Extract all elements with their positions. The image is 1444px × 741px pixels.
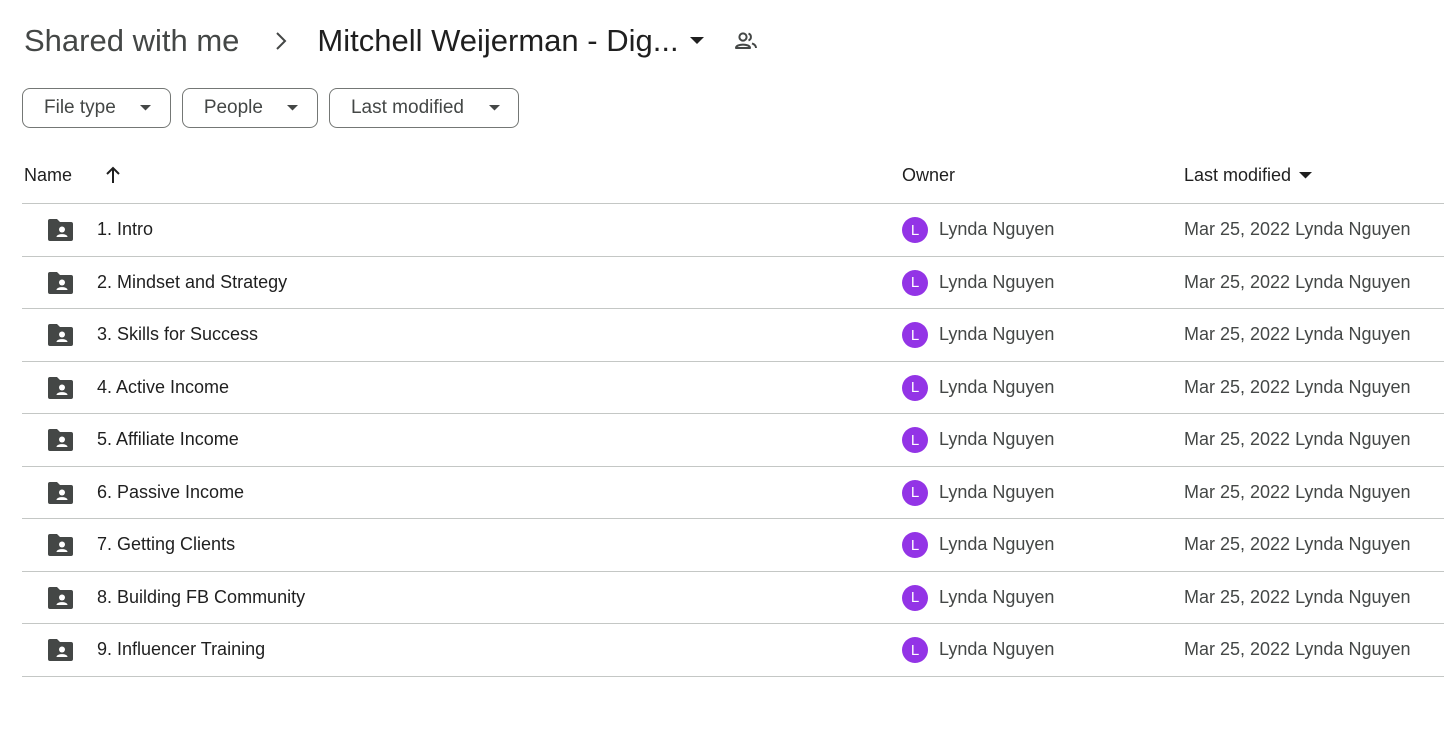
table-row[interactable]: 3. Skills for Success L Lynda Nguyen Mar… xyxy=(22,309,1444,362)
caret-down-icon xyxy=(488,102,500,114)
file-name: 3. Skills for Success xyxy=(97,324,259,344)
file-name: 1. Intro xyxy=(97,219,154,239)
file-name: 7. Getting Clients xyxy=(97,534,236,554)
owner-name: Lynda Nguyen xyxy=(939,481,1055,502)
avatar: L xyxy=(902,479,928,506)
shared-folder-icon xyxy=(46,271,74,295)
file-name: 6. Passive Income xyxy=(97,481,245,502)
owner-name: Lynda Nguyen xyxy=(939,534,1055,554)
table-row[interactable]: 9. Influencer Training L Lynda Nguyen Ma… xyxy=(22,624,1444,677)
table-row[interactable]: 8. Building FB Community L Lynda Nguyen … xyxy=(22,572,1444,624)
column-header-last-modified[interactable]: Last modified xyxy=(1184,165,1312,186)
breadcrumb-shared-with-me[interactable]: Shared with me xyxy=(22,23,241,59)
file-name: 8. Building FB Community xyxy=(97,586,306,607)
last-modified-text: Mar 25, 2022 Lynda Nguyen xyxy=(1184,219,1411,239)
filter-last-modified[interactable]: Last modified xyxy=(328,88,519,128)
shared-folder-icon xyxy=(46,218,74,242)
filter-people[interactable]: People xyxy=(181,88,318,128)
breadcrumb: Shared with me Mitchell Weijerman - Dig.… xyxy=(22,18,759,64)
avatar: L xyxy=(902,637,928,663)
file-name: 5. Affiliate Income xyxy=(97,429,239,449)
avatar: L xyxy=(902,374,928,401)
current-folder-title: Mitchell Weijerman - Dig... xyxy=(317,23,679,58)
avatar: L xyxy=(902,269,928,296)
shared-folder-icon xyxy=(46,586,74,610)
column-header-label: Last modified xyxy=(1184,165,1292,185)
breadcrumb-current-folder[interactable]: Mitchell Weijerman - Dig... xyxy=(317,23,708,59)
shared-folder-icon xyxy=(46,428,74,452)
table-row[interactable]: 5. Affiliate Income L Lynda Nguyen Mar 2… xyxy=(22,414,1444,467)
file-name: 9. Influencer Training xyxy=(97,639,266,659)
last-modified-text: Mar 25, 2022 Lynda Nguyen xyxy=(1184,376,1411,397)
shared-folder-icon xyxy=(46,481,74,505)
table-header: Name Owner Last modified xyxy=(22,150,1444,204)
table-row[interactable]: 1. Intro L Lynda Nguyen Mar 25, 2022 Lyn… xyxy=(22,204,1444,257)
caret-down-icon xyxy=(287,102,299,114)
avatar: L xyxy=(902,584,928,611)
last-modified-text: Mar 25, 2022 Lynda Nguyen xyxy=(1184,534,1411,554)
chevron-right-icon xyxy=(271,31,291,51)
shared-folder-icon xyxy=(46,323,74,347)
filter-file-type[interactable]: File type xyxy=(22,88,171,128)
drive-folder-view: Shared with me Mitchell Weijerman - Dig.… xyxy=(0,0,1444,741)
arrow-up-icon[interactable] xyxy=(102,164,124,186)
filter-label: People xyxy=(203,97,263,118)
owner-name: Lynda Nguyen xyxy=(939,586,1055,607)
last-modified-text: Mar 25, 2022 Lynda Nguyen xyxy=(1184,324,1411,344)
people-icon[interactable] xyxy=(733,28,759,54)
avatar: L xyxy=(902,217,928,243)
file-name: 2. Mindset and Strategy xyxy=(97,271,288,292)
avatar: L xyxy=(902,427,928,453)
owner-name: Lynda Nguyen xyxy=(939,639,1055,659)
filter-label: File type xyxy=(44,97,116,118)
caret-down-icon xyxy=(140,102,152,114)
shared-folder-icon xyxy=(46,638,74,662)
last-modified-text: Mar 25, 2022 Lynda Nguyen xyxy=(1184,481,1411,502)
table-row[interactable]: 2. Mindset and Strategy L Lynda Nguyen M… xyxy=(22,257,1444,309)
last-modified-text: Mar 25, 2022 Lynda Nguyen xyxy=(1184,429,1411,449)
last-modified-text: Mar 25, 2022 Lynda Nguyen xyxy=(1184,586,1411,607)
avatar: L xyxy=(902,322,928,348)
last-modified-text: Mar 25, 2022 Lynda Nguyen xyxy=(1184,271,1411,292)
shared-folder-icon xyxy=(46,533,74,557)
owner-name: Lynda Nguyen xyxy=(939,376,1055,397)
file-list: 1. Intro L Lynda Nguyen Mar 25, 2022 Lyn… xyxy=(22,204,1444,677)
table-row[interactable]: 4. Active Income L Lynda Nguyen Mar 25, … xyxy=(22,362,1444,414)
caret-down-icon xyxy=(685,29,709,53)
table-row[interactable]: 6. Passive Income L Lynda Nguyen Mar 25,… xyxy=(22,467,1444,519)
shared-folder-icon xyxy=(46,376,74,400)
owner-name: Lynda Nguyen xyxy=(939,219,1055,239)
table-row[interactable]: 7. Getting Clients L Lynda Nguyen Mar 25… xyxy=(22,519,1444,572)
owner-name: Lynda Nguyen xyxy=(939,271,1055,292)
avatar: L xyxy=(902,532,928,558)
file-name: 4. Active Income xyxy=(97,376,230,397)
owner-name: Lynda Nguyen xyxy=(939,324,1055,344)
owner-name: Lynda Nguyen xyxy=(939,429,1055,449)
filter-label: Last modified xyxy=(350,97,464,118)
last-modified-text: Mar 25, 2022 Lynda Nguyen xyxy=(1184,639,1411,659)
caret-down-icon xyxy=(1298,169,1312,183)
filter-chips: File type People Last modified xyxy=(22,88,519,128)
column-header-owner: Owner xyxy=(902,165,956,185)
column-header-name[interactable]: Name xyxy=(24,165,72,186)
